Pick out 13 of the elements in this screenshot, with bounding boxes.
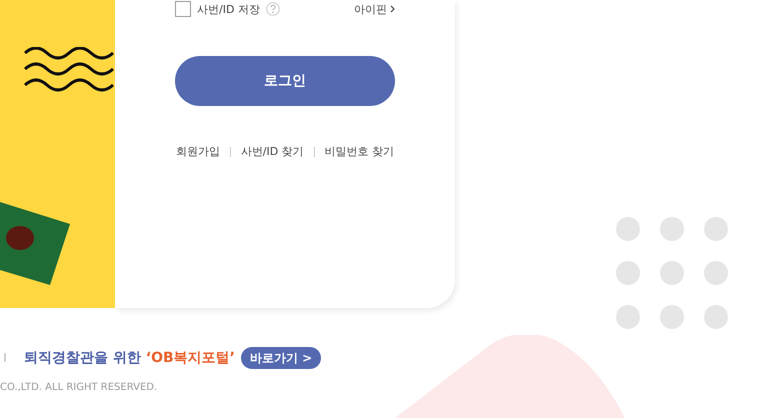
help-icon[interactable] bbox=[266, 2, 280, 16]
account-link[interactable]: 회원가입 bbox=[176, 144, 220, 159]
chevron-right-icon bbox=[390, 5, 395, 13]
account-link[interactable]: 비밀번호 찾기 bbox=[324, 144, 394, 159]
save-id-label: 사번/ID 저장 bbox=[197, 2, 260, 16]
login-button[interactable]: 로그인 bbox=[175, 56, 395, 106]
account-link[interactable]: 사번/ID 찾기 bbox=[240, 144, 304, 159]
copyright-text: CO.,LTD. ALL RIGHT RESERVED. bbox=[0, 382, 158, 393]
portal-text: 퇴직경찰관을 위한 ‘OB복지포털’ bbox=[24, 349, 235, 367]
ipin-link[interactable]: 아이핀 bbox=[354, 2, 395, 16]
go-portal-button[interactable]: 바로가기 > bbox=[240, 347, 322, 369]
separator-text: ㅣ bbox=[0, 352, 10, 365]
save-id-checkbox[interactable] bbox=[175, 1, 191, 17]
